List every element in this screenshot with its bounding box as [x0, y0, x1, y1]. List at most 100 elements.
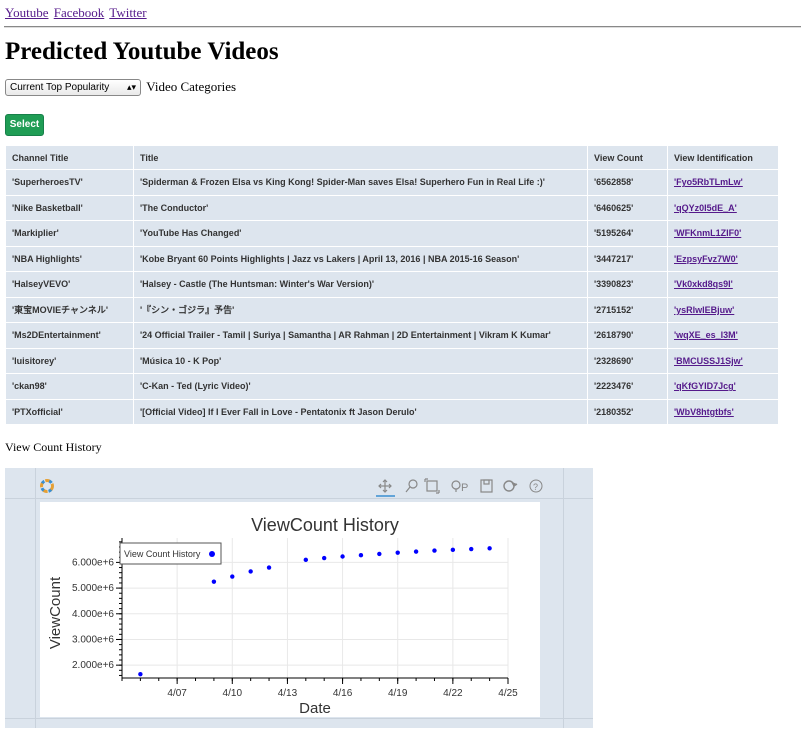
category-select-value: Current Top Popularity — [10, 81, 110, 93]
cell-view-count: '5195264' — [587, 220, 668, 247]
video-id-link[interactable]: 'EzpsyFvz7W0' — [674, 254, 738, 264]
x-tick-label: 4/19 — [388, 688, 408, 699]
data-point — [266, 565, 272, 570]
data-point — [138, 671, 143, 677]
data-point — [377, 551, 382, 557]
cell-view-count: '6562858' — [587, 169, 668, 196]
bokeh-logo-icon — [40, 479, 54, 493]
cell-channel: '東宝MOVIEチャンネル' — [5, 296, 134, 323]
column-header-channel: Channel Title — [5, 145, 134, 170]
reset-icon[interactable] — [503, 480, 518, 492]
y-tick-label: 6.000e+6 — [72, 557, 114, 568]
wheel-zoom-icon[interactable]: P — [451, 480, 468, 494]
video-id-link[interactable]: 'Fyo5RbTLmLw' — [674, 177, 743, 187]
table-row: 'HalseyVEVO' 'Halsey - Castle (The Huntsm… — [5, 271, 779, 298]
table-row: 'NBA Highlights' 'Kobe Bryant 60 Points H… — [5, 245, 779, 272]
column-header-view-id: View Identification — [667, 145, 779, 170]
lasso-icon[interactable] — [405, 479, 418, 493]
video-id-link[interactable]: 'Vk0xkd8qs9I' — [674, 279, 733, 289]
cell-view-count: '3390823' — [587, 271, 668, 298]
data-point — [450, 547, 456, 553]
cell-channel: 'luisitorey' — [5, 347, 134, 374]
legend-marker — [209, 551, 215, 557]
cell-title: '24 Official Trailer - Tamil | Suriya | … — [133, 322, 588, 349]
cell-view-id: 'BMCUSSJ1Sjw' — [667, 347, 779, 374]
cell-view-id: 'EzpsyFvz7W0' — [667, 245, 779, 272]
cell-title: 'Música 10 - K Pop' — [133, 347, 588, 374]
y-tick-label: 5.000e+6 — [72, 583, 114, 594]
video-id-link[interactable]: 'WFKnmL1ZIF0' — [674, 228, 741, 238]
legend-label: View Count History — [124, 549, 201, 559]
divider — [4, 26, 801, 28]
y-tick-label: 3.000e+6 — [72, 634, 114, 645]
table-row: 'Markiplier' 'YouTube Has Changed' '519526… — [5, 220, 779, 247]
cell-view-id: 'wqXE_es_l3M' — [667, 322, 779, 349]
video-id-link[interactable]: 'ysRlwlEBjuw' — [674, 305, 734, 315]
data-point — [340, 554, 345, 559]
cell-channel: 'Markiplier' — [5, 220, 134, 247]
twitter-link[interactable]: Twitter — [109, 5, 146, 20]
chart-title: ViewCount History — [251, 515, 399, 535]
cell-title: 'Halsey - Castle (The Huntsman: Winter's… — [133, 271, 588, 298]
cell-title: 'Spiderman & Frozen Elsa vs King Kong! S… — [133, 169, 588, 196]
page-title: Predicted Youtube Videos — [5, 38, 279, 65]
table-header-row: Channel Title Title View Count View Iden… — [5, 145, 779, 170]
cell-view-count: '2180352' — [587, 398, 668, 425]
box-zoom-icon[interactable] — [424, 478, 440, 494]
cell-view-count: '2223476' — [587, 373, 668, 400]
data-point — [432, 548, 437, 553]
cell-title: '[Official Video] If I Ever Fall in Love… — [133, 398, 588, 425]
category-label: Video Categories — [146, 79, 237, 95]
cell-channel: 'Ms2DEntertainment' — [5, 322, 134, 349]
data-point — [413, 549, 419, 554]
data-point — [321, 555, 327, 561]
video-id-link[interactable]: 'WbV8htgtbfs' — [674, 407, 734, 417]
facebook-link[interactable]: Facebook — [54, 5, 105, 20]
data-point — [469, 546, 474, 552]
x-tick-label: 4/16 — [333, 688, 353, 699]
scatter-chart[interactable]: 4/07 4/10 4/13 4/16 4/19 4/22 4/25 2.000e+6 3.00… — [40, 502, 540, 717]
video-id-link[interactable]: 'BMCUSSJ1Sjw' — [674, 356, 743, 366]
category-select[interactable]: Current Top Popularity ▴▾ — [5, 78, 141, 96]
cell-channel: 'ckan98' — [5, 373, 134, 400]
table-row: 'ckan98' 'C-Kan - Ted (Lyric Video)' '2223… — [5, 373, 779, 400]
y-tick-label: 4.000e+6 — [72, 609, 114, 620]
select-button[interactable]: Select — [5, 114, 44, 136]
data-point — [358, 553, 364, 558]
table-row: 'Nike Basketball' 'The Conductor' '6460625… — [5, 194, 779, 221]
table-row: 'SuperheroesTV' 'Spiderman & Frozen Elsa … — [5, 169, 779, 196]
cell-view-id: 'qQYz0I5dE_A' — [667, 194, 779, 221]
column-header-title: Title — [133, 145, 588, 170]
svg-text:P: P — [461, 482, 468, 494]
pan-icon[interactable] — [376, 479, 395, 497]
history-label: View Count History — [5, 440, 102, 454]
save-icon[interactable] — [480, 479, 493, 493]
y-axis-title: ViewCount — [47, 576, 64, 649]
cell-view-id: 'WbV8htgtbfs' — [667, 398, 779, 425]
video-id-link[interactable]: 'wqXE_es_l3M' — [674, 330, 738, 340]
y-tick-label: 2.000e+6 — [72, 660, 114, 671]
cell-title: '『シン・ゴジラ』予告' — [133, 296, 588, 323]
column-header-view-count: View Count — [587, 145, 668, 170]
data-point — [230, 574, 235, 579]
video-id-link[interactable]: 'qKfGYID7Jcg' — [674, 381, 736, 391]
cell-view-id: 'Vk0xkd8qs9I' — [667, 271, 779, 298]
x-tick-label: 4/22 — [443, 688, 463, 699]
data-point — [211, 579, 217, 584]
cell-channel: 'HalseyVEVO' — [5, 271, 134, 298]
plot-area: 4/07 4/10 4/13 4/16 4/19 4/22 4/25 2.000e+6 3.00… — [40, 502, 540, 717]
cell-channel: 'SuperheroesTV' — [5, 169, 134, 196]
cell-view-count: '2618790' — [587, 322, 668, 349]
cell-title: 'C-Kan - Ted (Lyric Video)' — [133, 373, 588, 400]
data-point — [303, 557, 309, 563]
youtube-link[interactable]: Youtube — [5, 5, 48, 20]
cell-view-id: 'ysRlwlEBjuw' — [667, 296, 779, 323]
data-point — [395, 550, 400, 555]
cell-view-id: 'WFKnmL1ZIF0' — [667, 220, 779, 247]
cell-title: 'The Conductor' — [133, 194, 588, 221]
cell-channel: 'Nike Basketball' — [5, 194, 134, 221]
video-id-link[interactable]: 'qQYz0I5dE_A' — [674, 203, 737, 213]
x-tick-label: 4/07 — [167, 688, 187, 699]
help-icon[interactable]: ? — [529, 479, 543, 493]
table-row: 'luisitorey' 'Música 10 - K Pop' '2328690'… — [5, 347, 779, 374]
